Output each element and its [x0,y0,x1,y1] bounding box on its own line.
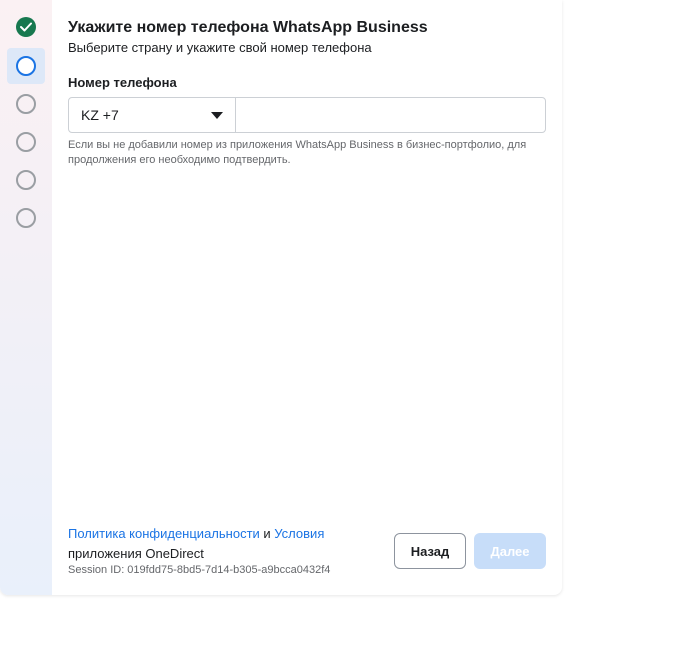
whatsapp-setup-dialog: Укажите номер телефона WhatsApp Business… [0,0,562,595]
phone-number-field: KZ +7 [68,97,546,133]
country-code-select[interactable]: KZ +7 [69,98,236,132]
check-icon [20,22,32,32]
caret-down-icon [211,111,223,119]
page-title: Укажите номер телефона WhatsApp Business [68,19,428,36]
step-2-current [16,56,36,76]
progress-stepper [0,0,52,595]
legal-text: Политика конфиденциальности и Условия пр… [68,524,388,564]
country-code-value: KZ +7 [81,107,119,123]
step-5-pending [16,170,36,190]
phone-number-input[interactable] [236,98,545,132]
step-1-completed [16,17,36,37]
page-subtitle: Выберите страну и укажите свой номер тел… [68,40,372,55]
phone-number-label: Номер телефона [68,75,177,90]
legal-app-name: приложения OneDirect [68,546,204,561]
step-6-pending [16,208,36,228]
step-4-pending [16,132,36,152]
next-button[interactable]: Далее [474,533,546,569]
step-3-pending [16,94,36,114]
session-id-text: Session ID: 019fdd75-8bd5-7d14-b305-a9bc… [68,564,331,576]
phone-hint-text: Если вы не добавили номер из приложения … [68,139,527,166]
dialog-footer: Политика конфиденциальности и Условия пр… [68,524,546,584]
legal-and-text: и [259,526,275,541]
step-content: Укажите номер телефона WhatsApp Business… [68,18,546,168]
back-button[interactable]: Назад [394,533,466,569]
privacy-policy-link[interactable]: Политика конфиденциальности [68,526,260,541]
terms-link[interactable]: Условия [274,526,324,541]
